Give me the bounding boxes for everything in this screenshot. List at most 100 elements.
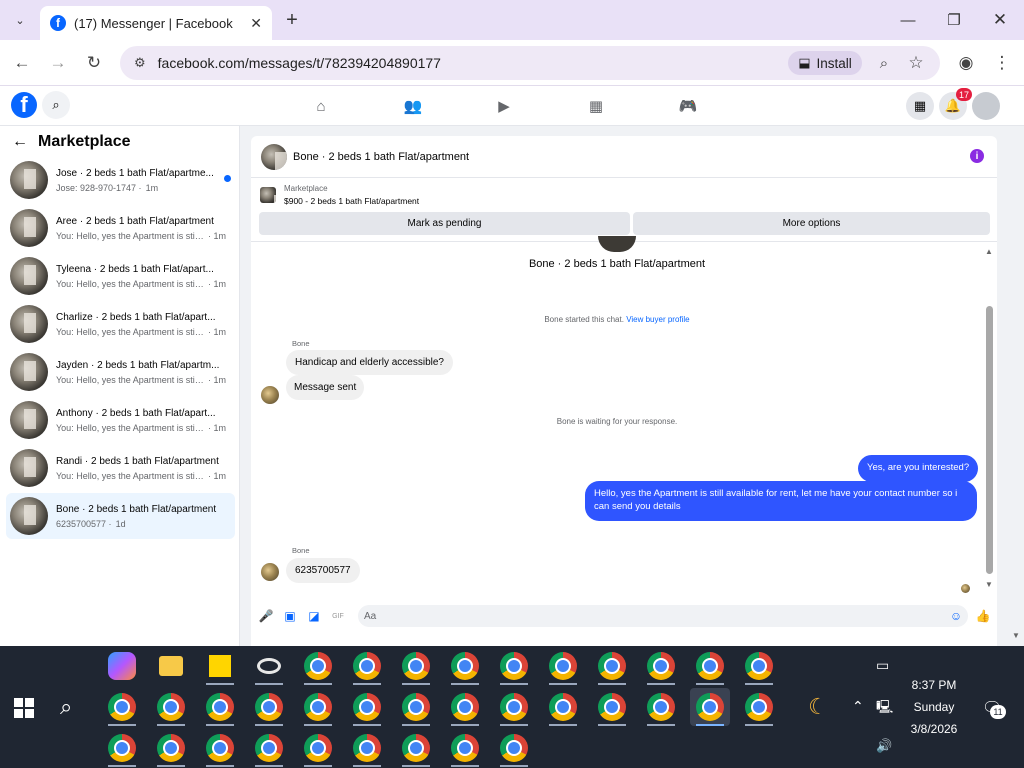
chrome-icon[interactable] [249, 688, 289, 726]
file-explorer-icon[interactable] [151, 647, 191, 685]
gif-icon[interactable]: GIF [331, 609, 345, 623]
view-buyer-profile-link[interactable]: View buyer profile [626, 315, 689, 324]
chrome-icon[interactable] [739, 647, 779, 685]
info-icon[interactable]: i [970, 149, 984, 163]
video-icon[interactable]: ▶ [492, 96, 516, 116]
clock-date[interactable]: 3/8/2026 [900, 722, 968, 736]
chrome-icon[interactable] [445, 647, 485, 685]
incoming-message[interactable]: 6235700577 [286, 558, 360, 583]
chrome-icon[interactable] [592, 647, 632, 685]
back-arrow-icon[interactable]: ← [12, 133, 28, 151]
scroll-up-arrow-icon[interactable]: ▲ [985, 247, 993, 256]
like-thumb-icon[interactable]: 👍 [976, 609, 991, 623]
account-avatar[interactable] [972, 92, 1000, 120]
chrome-icon[interactable] [151, 729, 191, 767]
chrome-icon[interactable] [592, 688, 632, 726]
chrome-icon[interactable] [396, 647, 436, 685]
conversation-item[interactable]: Anthony · 2 beds 1 bath Flat/apart... Yo… [6, 397, 235, 443]
chrome-icon[interactable] [347, 647, 387, 685]
marketplace-icon[interactable]: ▦ [584, 96, 608, 116]
chrome-icon[interactable] [445, 688, 485, 726]
close-window-button[interactable]: ✕ [980, 6, 1020, 34]
conversation-item[interactable]: Charlize · 2 beds 1 bath Flat/apart... Y… [6, 301, 235, 347]
friends-icon[interactable]: 👥 [401, 96, 425, 116]
chrome-icon[interactable] [347, 729, 387, 767]
conversation-item[interactable]: Tyleena · 2 beds 1 bath Flat/apart... Yo… [6, 253, 235, 299]
emoji-icon[interactable]: ☺ [949, 609, 963, 623]
incoming-message[interactable]: Message sent [286, 375, 365, 400]
browser-tab[interactable]: f (17) Messenger | Facebook ✕ [40, 6, 272, 40]
volume-icon[interactable]: 🔊 [876, 738, 892, 754]
chrome-icon[interactable] [739, 688, 779, 726]
chrome-icon[interactable] [494, 729, 534, 767]
conversation-item[interactable]: Jayden · 2 beds 1 bath Flat/apartm... Yo… [6, 349, 235, 395]
message-input[interactable]: Aa [358, 605, 968, 627]
camera-icon[interactable]: ▭ [876, 657, 889, 674]
network-icon[interactable]: 🖳 [876, 698, 893, 720]
chrome-icon[interactable] [200, 688, 240, 726]
chrome-icon[interactable] [543, 688, 583, 726]
scroll-down-arrow-icon[interactable]: ▼ [985, 580, 993, 589]
chrome-menu-icon[interactable]: ⋮ [987, 48, 1017, 78]
chrome-icon-active[interactable] [690, 688, 730, 726]
site-settings-icon[interactable]: ⚙ [134, 55, 146, 71]
chrome-icon[interactable] [249, 729, 289, 767]
outgoing-message[interactable]: Hello, yes the Apartment is still availa… [585, 481, 977, 521]
chrome-icon[interactable] [298, 647, 338, 685]
scrollbar-thumb[interactable] [986, 306, 993, 574]
zoom-icon[interactable]: ⌕ [869, 48, 899, 78]
chrome-icon[interactable] [641, 688, 681, 726]
fb-search-icon[interactable]: ⌕ [42, 91, 70, 119]
conversation-item[interactable]: Jose · 2 beds 1 bath Flat/apartme... Jos… [6, 157, 235, 203]
home-icon[interactable]: ⌂ [309, 96, 333, 116]
sticky-notes-icon[interactable] [200, 647, 240, 685]
taskbar-search-icon[interactable]: ⌕ [60, 694, 72, 720]
photo-icon[interactable]: ▣ [283, 609, 297, 623]
show-hidden-icons-chevron-icon[interactable]: ⌃ [852, 698, 864, 715]
profile-icon[interactable]: ◉ [951, 48, 981, 78]
chrome-icon[interactable] [102, 688, 142, 726]
sticker-icon[interactable]: ◪ [307, 609, 321, 623]
new-tab-button[interactable]: + [282, 9, 302, 31]
facebook-logo-icon[interactable]: f [11, 92, 37, 118]
windows-start-icon[interactable] [14, 698, 34, 718]
restore-button[interactable]: ❐ [934, 6, 974, 34]
chat-title[interactable]: Bone · 2 beds 1 bath Flat/apartment [293, 151, 469, 163]
outgoing-message[interactable]: Yes, are you interested? [858, 455, 979, 482]
mark-as-pending-button[interactable]: Mark as pending [259, 212, 630, 235]
conversation-item[interactable]: Randi · 2 beds 1 bath Flat/apartment You… [6, 445, 235, 491]
clock-time[interactable]: 8:37 PM [900, 678, 968, 692]
avatar[interactable] [261, 143, 287, 170]
chrome-icon[interactable] [298, 729, 338, 767]
listing-info[interactable]: Marketplace $900 - 2 beds 1 bath Flat/ap… [260, 184, 419, 206]
page-scroll-down-icon[interactable]: ▼ [1012, 631, 1020, 640]
copilot-icon[interactable] [102, 647, 142, 685]
chrome-icon[interactable] [494, 688, 534, 726]
chrome-icon[interactable] [347, 688, 387, 726]
forward-button[interactable]: → [43, 48, 73, 78]
chrome-icon[interactable] [200, 729, 240, 767]
back-button[interactable]: ← [7, 48, 37, 78]
night-light-moon-icon[interactable]: ☾ [798, 688, 838, 726]
chrome-icon[interactable] [690, 647, 730, 685]
minimize-button[interactable]: — [888, 6, 928, 34]
menu-grid-icon[interactable]: ▦ [906, 92, 934, 120]
conversation-item[interactable]: Aree · 2 beds 1 bath Flat/apartment You:… [6, 205, 235, 251]
tab-search-icon[interactable]: ⌄ [10, 10, 30, 30]
microphone-icon[interactable]: 🎤 [259, 609, 274, 623]
conversation-item-selected[interactable]: Bone · 2 beds 1 bath Flat/apartment 6235… [6, 493, 235, 539]
reload-button[interactable]: ↻ [79, 48, 109, 78]
chrome-icon[interactable] [641, 647, 681, 685]
chrome-icon[interactable] [396, 688, 436, 726]
chrome-icon[interactable] [298, 688, 338, 726]
clock-day[interactable]: Sunday [900, 700, 968, 714]
chrome-icon[interactable] [445, 729, 485, 767]
chrome-icon[interactable] [151, 688, 191, 726]
gaming-icon[interactable]: 🎮 [676, 96, 700, 116]
chrome-icon[interactable] [494, 647, 534, 685]
chrome-icon[interactable] [102, 729, 142, 767]
chrome-icon[interactable] [543, 647, 583, 685]
chrome-icon[interactable] [396, 729, 436, 767]
install-button[interactable]: ⬓ Install [788, 51, 862, 75]
snipping-tool-icon[interactable] [249, 647, 289, 685]
